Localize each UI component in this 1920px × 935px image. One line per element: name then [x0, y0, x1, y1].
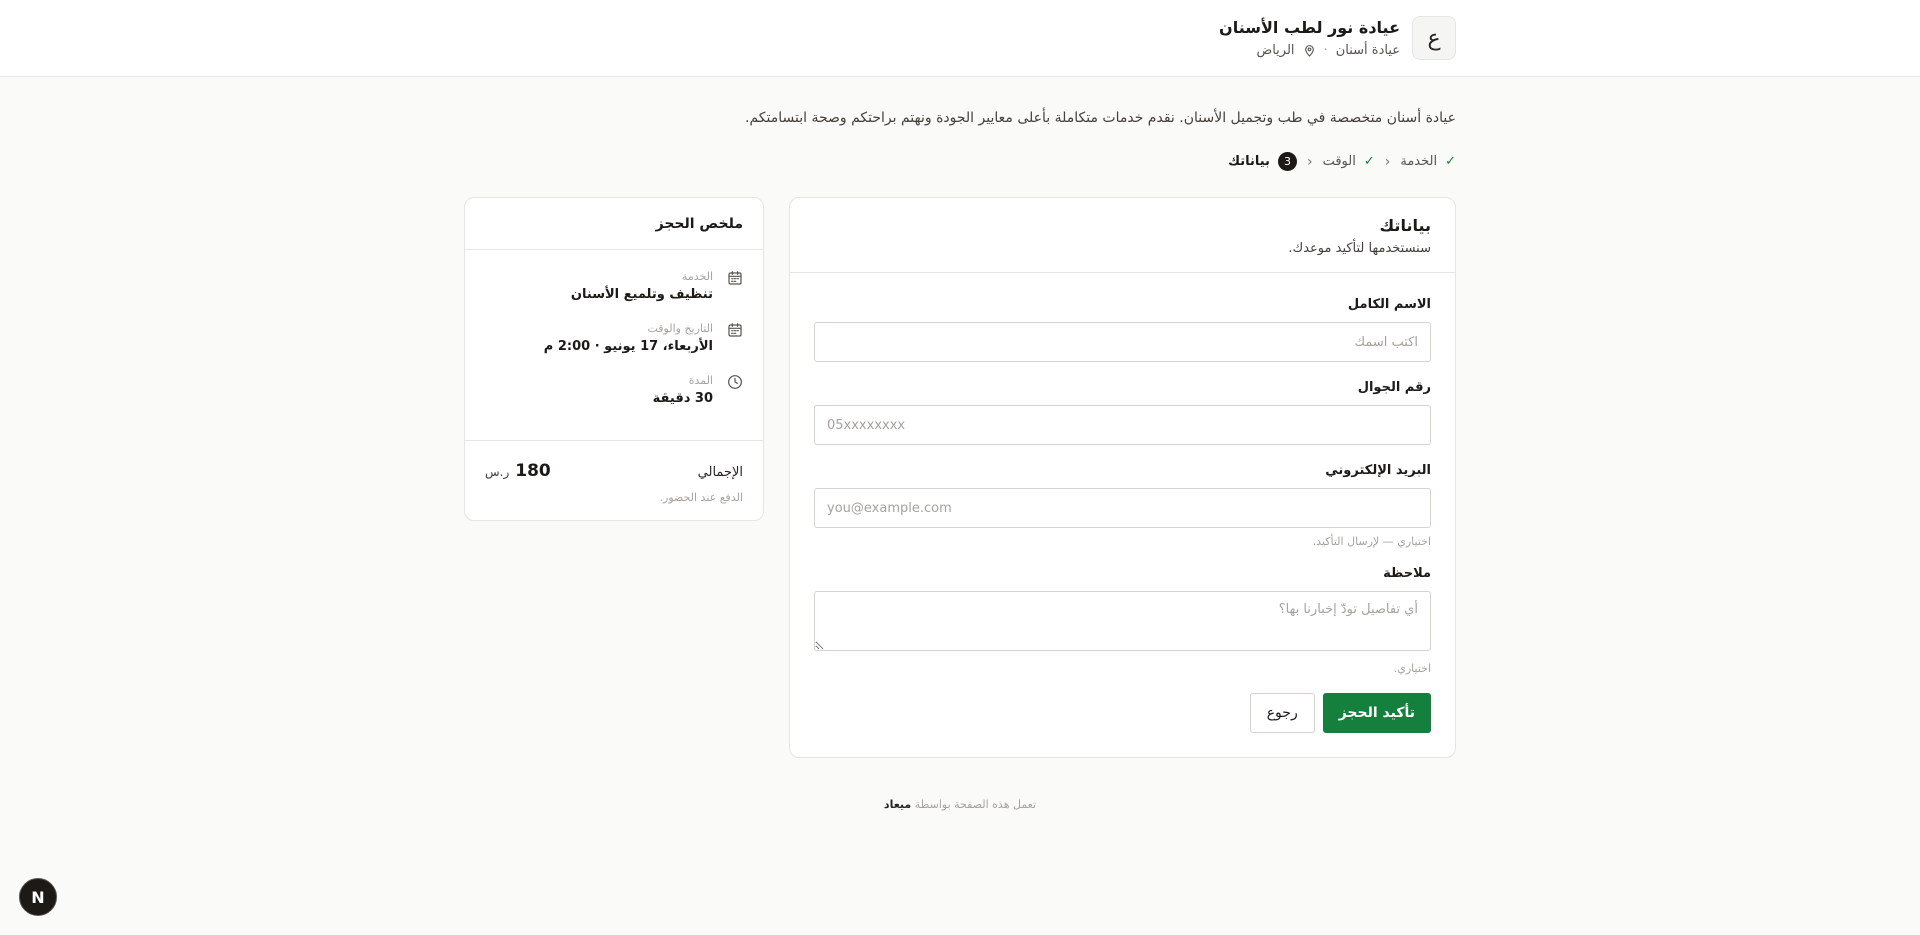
booking-steps: ✓ الخدمة ‹ ✓ الوقت ‹ 3 بياناتك [464, 152, 1456, 171]
email-hint: اختياري — لإرسال التأكيد. [1312, 535, 1431, 548]
calendar-icon [727, 322, 743, 338]
step-details-label: بياناتك [1228, 154, 1270, 169]
note-textarea[interactable] [814, 591, 1431, 651]
clinic-category: عيادة أسنان [1335, 43, 1400, 58]
total-amount: 180 [515, 461, 551, 481]
phone-field-group: رقم الجوال [814, 380, 1431, 445]
details-form-card: بياناتك سنستخدمها لتأكيد موعدك. الاسم ال… [789, 197, 1456, 758]
duration-label: المدة [688, 374, 713, 387]
clinic-name: عيادة نور لطب الأسنان [1219, 18, 1400, 37]
back-button[interactable]: رجوع [1249, 693, 1315, 733]
summary-title: ملخص الحجز [465, 198, 763, 250]
clinic-meta: عيادة أسنان · الرياض [1257, 43, 1401, 58]
clinic-city: الرياض [1256, 43, 1295, 58]
summary-service-row: الخدمة تنظيف وتلميع الأسنان [485, 270, 743, 302]
name-field-group: الاسم الكامل [814, 297, 1431, 362]
check-icon: ✓ [1445, 154, 1456, 169]
step-service[interactable]: ✓ الخدمة [1400, 154, 1456, 169]
form-body: الاسم الكامل رقم الجوال البريد الإلكترون… [790, 273, 1455, 757]
total-row: الإجمالي 180 ر.س [485, 461, 743, 481]
note-label: ملاحظة [1383, 566, 1431, 581]
main-content: عيادة أسنان متخصصة في طب وتجميل الأسنان.… [464, 77, 1456, 758]
clinic-description: عيادة أسنان متخصصة في طب وتجميل الأسنان.… [745, 110, 1456, 126]
chevron-left-icon: ‹ [1384, 153, 1391, 170]
confirm-booking-button[interactable]: تأكيد الحجز [1322, 693, 1431, 733]
step-number-badge: 3 [1277, 152, 1297, 171]
map-pin-icon [1303, 44, 1316, 57]
form-actions: تأكيد الحجز رجوع [814, 693, 1431, 733]
n-badge-button[interactable]: N [19, 878, 57, 916]
step-time[interactable]: ✓ الوقت [1323, 154, 1375, 169]
summary-duration-row: المدة 30 دقيقة [485, 374, 743, 406]
form-subtitle: سنستخدمها لتأكيد موعدك. [1288, 241, 1431, 256]
total-price: 180 ر.س [485, 461, 551, 481]
service-label: الخدمة [681, 270, 713, 283]
name-label: الاسم الكامل [1347, 297, 1431, 312]
phone-label: رقم الجوال [1357, 380, 1431, 395]
note-field-group: ملاحظة اختياري. [814, 566, 1431, 675]
duration-value: 30 دقيقة [652, 391, 713, 406]
note-hint: اختياري. [1393, 662, 1431, 675]
clinic-info: عيادة نور لطب الأسنان عيادة أسنان · الري… [1219, 18, 1400, 58]
clinic-logo: ع [1412, 16, 1456, 60]
chevron-left-icon: ‹ [1306, 153, 1313, 170]
footer-brand-link[interactable]: ميعاد [884, 798, 911, 811]
step-details: 3 بياناتك [1228, 152, 1297, 171]
step-time-label: الوقت [1322, 154, 1356, 169]
booking-summary-card: ملخص الحجز الخدمة تنظيف وتلميع الأسنان ا… [464, 197, 764, 521]
datetime-label: التاريخ والوقت [647, 322, 713, 335]
step-service-label: الخدمة [1400, 154, 1438, 169]
payment-note: الدفع عند الحضور. [659, 491, 743, 504]
clock-icon [727, 374, 743, 390]
check-icon: ✓ [1363, 154, 1375, 169]
summary-total: الإجمالي 180 ر.س الدفع عند الحضور. [465, 441, 763, 520]
service-value: تنظيف وتلميع الأسنان [570, 287, 713, 302]
full-name-input[interactable] [814, 322, 1431, 362]
total-label: الإجمالي [697, 465, 743, 480]
email-input[interactable] [814, 488, 1431, 528]
datetime-value: الأربعاء، 17 يونيو · 2:00 م [543, 339, 713, 354]
summary-datetime-row: التاريخ والوقت الأربعاء، 17 يونيو · 2:00… [485, 322, 743, 354]
form-title: بياناتك [1379, 216, 1431, 235]
email-field-group: البريد الإلكتروني اختياري — لإرسال التأك… [814, 463, 1431, 548]
calendar-icon [727, 270, 743, 286]
booking-columns: بياناتك سنستخدمها لتأكيد موعدك. الاسم ال… [464, 197, 1456, 758]
form-card-header: بياناتك سنستخدمها لتأكيد موعدك. [790, 198, 1455, 273]
clinic-logo-letter: ع [1427, 25, 1441, 51]
summary-details: الخدمة تنظيف وتلميع الأسنان التاريخ والو… [465, 250, 763, 441]
n-badge-letter: N [31, 887, 45, 907]
page-footer: تعمل هذه الصفحة بواسطة ميعاد [0, 798, 1920, 811]
meta-separator: · [1323, 43, 1328, 58]
phone-input[interactable] [814, 405, 1431, 445]
email-label: البريد الإلكتروني [1325, 463, 1431, 478]
footer-text: تعمل هذه الصفحة بواسطة [914, 798, 1037, 811]
currency-label: ر.س [485, 465, 510, 479]
top-header: ع عيادة نور لطب الأسنان عيادة أسنان · ال… [0, 0, 1920, 77]
clinic-brand[interactable]: ع عيادة نور لطب الأسنان عيادة أسنان · ال… [1219, 16, 1456, 60]
